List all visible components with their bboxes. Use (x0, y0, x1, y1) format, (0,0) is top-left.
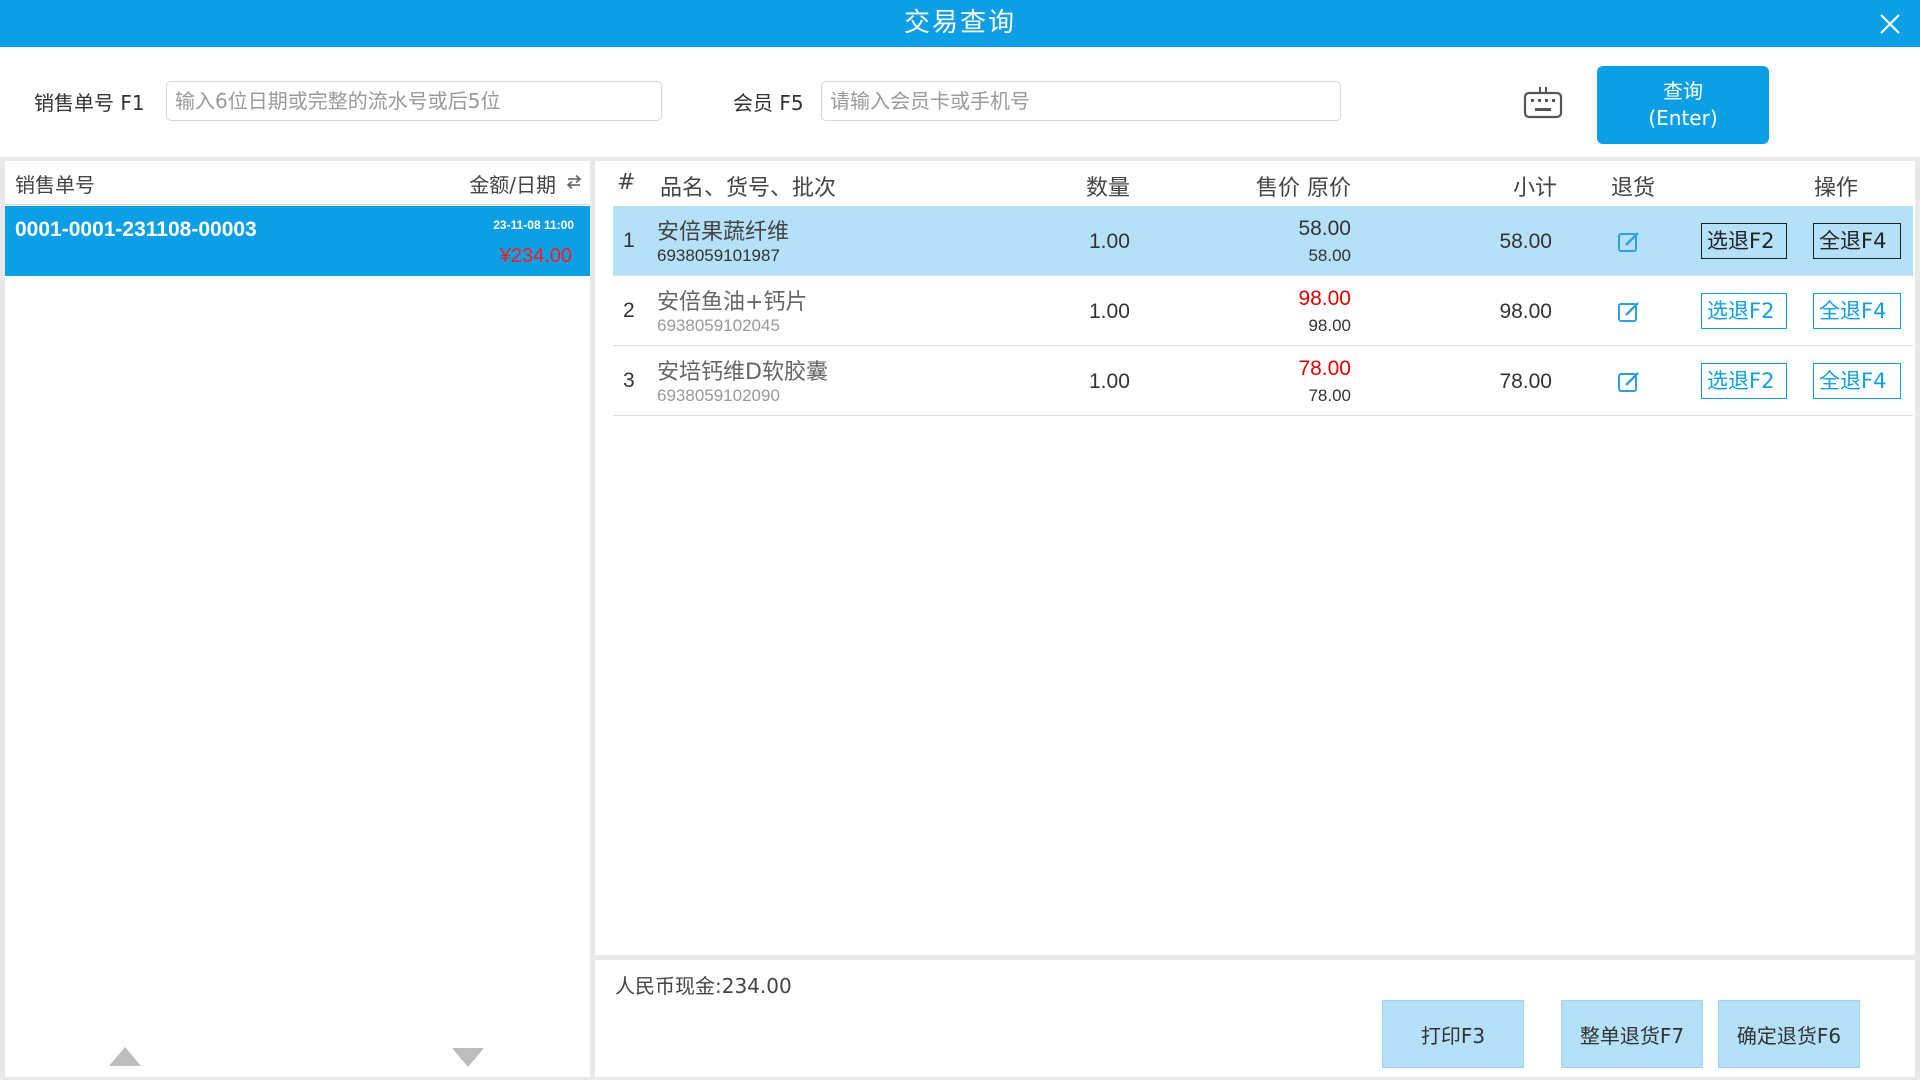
order-list-item[interactable]: 0001-0001-231108-00003 23-11-08 11:00 ¥2… (5, 206, 590, 276)
edit-return-button[interactable] (1616, 299, 1642, 325)
quantity: 1.00 (1089, 300, 1130, 323)
col-qty: 数量 (1086, 176, 1131, 201)
sort-toggle[interactable] (566, 171, 582, 195)
col-action: 操作 (1814, 176, 1859, 201)
order-no-label: 销售单号 F1 (34, 91, 145, 115)
col-index: # (617, 170, 636, 195)
original-price: 98.00 (1308, 316, 1351, 335)
triangle-up-icon (109, 1047, 141, 1066)
table-row[interactable]: 1 安倍果蔬纤维 6938059101987 1.00 58.00 58.00 … (613, 206, 1913, 276)
edit-return-button[interactable] (1616, 369, 1642, 395)
order-amount: ¥234.00 (499, 245, 572, 267)
edit-icon (1618, 232, 1639, 252)
row-index: 3 (623, 369, 635, 392)
edit-return-button[interactable] (1616, 229, 1642, 255)
sale-price: 78.00 (1298, 357, 1351, 380)
select-return-button[interactable]: 选退F2 (1701, 363, 1787, 399)
swap-icon (566, 174, 582, 190)
member-label: 会员 F5 (733, 91, 804, 115)
order-list-panel: 销售单号 金额/日期 0001-0001-231108-00003 23-11-… (5, 161, 590, 1077)
sale-price: 58.00 (1298, 217, 1351, 240)
query-button-label: 查询 (1663, 79, 1703, 103)
original-price: 78.00 (1308, 386, 1351, 405)
product-name: 安倍鱼油+钙片 (657, 290, 808, 315)
product-sku: 6938059102045 (657, 316, 780, 335)
product-sku: 6938059101987 (657, 246, 780, 265)
sale-price: 98.00 (1298, 287, 1351, 310)
edit-icon (1618, 302, 1639, 322)
order-number: 0001-0001-231108-00003 (15, 218, 257, 241)
subtotal: 58.00 (1499, 230, 1552, 253)
table-row[interactable]: 3 安培钙维D软胶囊 6938059102090 1.00 78.00 78.0… (613, 346, 1913, 416)
row-index: 1 (623, 229, 635, 252)
col-return: 退货 (1611, 176, 1656, 201)
order-date: 23-11-08 11:00 (493, 218, 574, 232)
whole-return-button[interactable]: 整单退货F7 (1561, 1000, 1703, 1068)
keyboard-button[interactable] (1520, 83, 1566, 123)
query-button-shortcut: (Enter) (1648, 106, 1718, 130)
row-index: 2 (623, 299, 635, 322)
order-no-input[interactable] (166, 81, 662, 121)
full-return-button[interactable]: 全退F4 (1813, 293, 1901, 329)
order-list-header: 销售单号 金额/日期 (5, 161, 590, 205)
payment-summary: 人民币现金:234.00 (615, 974, 792, 998)
search-bar: 销售单号 F1 会员 F5 查询 (Enter) (0, 47, 1920, 157)
subtotal: 98.00 (1499, 300, 1552, 323)
product-sku: 6938059102090 (657, 386, 780, 405)
product-name: 安倍果蔬纤维 (657, 220, 790, 245)
close-button[interactable] (1860, 0, 1920, 47)
detail-table-header: # 品名、货号、批次 数量 售价 原价 小计 退货 操作 (595, 161, 1915, 205)
quantity: 1.00 (1089, 370, 1130, 393)
product-name: 安培钙维D软胶囊 (657, 360, 828, 385)
scroll-up-button[interactable] (105, 1044, 145, 1070)
col-name: 品名、货号、批次 (660, 176, 837, 201)
select-return-button[interactable]: 选退F2 (1701, 293, 1787, 329)
scroll-down-button[interactable] (448, 1044, 488, 1070)
title-bar: 交易查询 (0, 0, 1920, 47)
order-detail-panel: # 品名、货号、批次 数量 售价 原价 小计 退货 操作 1 安倍果蔬纤维 69… (595, 161, 1915, 955)
keyboard-icon (1523, 87, 1563, 119)
order-no-header: 销售单号 (15, 173, 95, 197)
full-return-button[interactable]: 全退F4 (1813, 223, 1901, 259)
amount-date-header: 金额/日期 (469, 173, 556, 197)
quantity: 1.00 (1089, 230, 1130, 253)
footer-panel: 人民币现金:234.00 打印F3 整单退货F7 确定退货F6 (595, 960, 1915, 1077)
table-row[interactable]: 2 安倍鱼油+钙片 6938059102045 1.00 98.00 98.00… (613, 276, 1913, 346)
window-title: 交易查询 (903, 8, 1016, 38)
col-price: 售价 原价 (1256, 176, 1351, 201)
original-price: 58.00 (1308, 246, 1351, 265)
select-return-button[interactable]: 选退F2 (1701, 223, 1787, 259)
subtotal: 78.00 (1499, 370, 1552, 393)
member-input[interactable] (821, 81, 1341, 121)
full-return-button[interactable]: 全退F4 (1813, 363, 1901, 399)
edit-icon (1618, 372, 1639, 392)
query-button[interactable]: 查询 (Enter) (1597, 66, 1769, 144)
close-icon (1880, 13, 1900, 34)
triangle-down-icon (452, 1048, 484, 1067)
col-subtotal: 小计 (1513, 176, 1558, 201)
confirm-return-button[interactable]: 确定退货F6 (1718, 1000, 1860, 1068)
print-button[interactable]: 打印F3 (1382, 1000, 1524, 1068)
